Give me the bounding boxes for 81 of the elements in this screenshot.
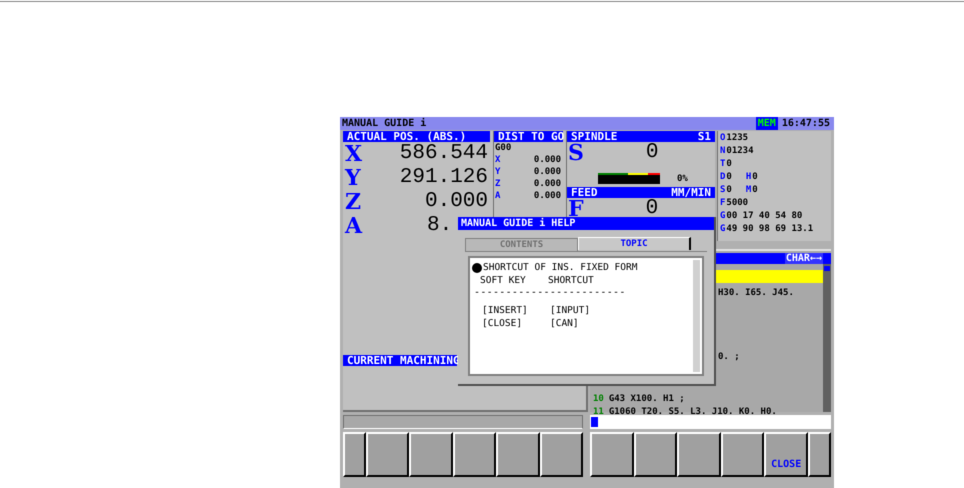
program-line: 0. ; <box>717 350 740 364</box>
axis-label: X <box>344 143 362 165</box>
modal-value: 0 <box>726 184 732 197</box>
dialog-title-bar: MANUAL GUIDE i HELP <box>458 217 714 230</box>
soft-key[interactable] <box>343 432 366 477</box>
axis-value: 291.126 <box>400 166 488 189</box>
clock-text: 16:47:55 <box>780 117 831 130</box>
modal-letter: H <box>746 171 752 184</box>
axis-label: A <box>495 190 500 202</box>
soft-key[interactable] <box>590 432 634 477</box>
axis-label: Y <box>344 167 361 189</box>
soft-key[interactable] <box>634 432 678 477</box>
edit-mode-text: CHAR←→ <box>784 253 823 264</box>
panel-header: FEED MM/MIN <box>567 187 715 198</box>
axis-value: 0.000 <box>424 190 488 213</box>
modal-letter: O <box>720 132 726 145</box>
axis-label: A <box>344 215 362 237</box>
axis-label: Z <box>495 178 500 190</box>
input-field[interactable] <box>590 415 831 429</box>
modal-value: 0 <box>726 171 732 184</box>
load-meter <box>598 173 660 184</box>
modal-letter: F <box>720 197 726 210</box>
axis-value: 586.544 <box>400 142 488 165</box>
load-percent: 0% <box>677 174 688 184</box>
modal-letter: T <box>720 158 726 171</box>
axis-label: Y <box>495 166 500 178</box>
spindle-value: 0 <box>646 142 658 164</box>
modal-value: 0 <box>726 158 732 171</box>
axis-label: X <box>495 154 500 166</box>
mode-indicator: MEM <box>756 117 778 130</box>
shortcut-key: [INPUT] <box>550 305 590 318</box>
column-header: SHORTCUT <box>548 274 594 287</box>
column-header: SOFT KEY <box>480 274 527 287</box>
soft-key[interactable] <box>496 432 540 477</box>
panel-header: SPINDLE S1 <box>567 131 715 142</box>
program-line: G43 X100. H1 ; <box>608 392 685 406</box>
modal-value: 0 <box>752 171 758 184</box>
separator-line: ------------------------ <box>473 287 627 299</box>
panel-header: ACTUAL POS. (ABS.) <box>343 131 490 142</box>
soft-key[interactable] <box>540 432 584 477</box>
soft-key-name: [INSERT] <box>482 305 529 318</box>
soft-key[interactable] <box>366 432 410 477</box>
soft-key[interactable] <box>808 432 831 477</box>
topic-heading: SHORTCUT OF INS. FIXED FORM <box>483 262 638 274</box>
axis-label: Z <box>344 191 362 213</box>
modal-letter: G <box>720 210 726 223</box>
dialog-tab[interactable]: TOPIC <box>578 237 691 250</box>
shortcut-key: [CAN] <box>550 318 579 330</box>
bullet-icon <box>472 263 482 274</box>
spindle-letter: S <box>567 142 584 164</box>
axis-value: 0.000 <box>534 154 561 166</box>
modal-value: 1235 <box>726 132 748 145</box>
modal-letter: N <box>720 145 726 158</box>
modal-value: 5000 <box>726 197 748 210</box>
close-soft-key[interactable]: CLOSE <box>764 432 808 477</box>
axis-value: 0.000 <box>534 166 561 178</box>
title-text: MANUAL GUIDE i <box>341 117 428 130</box>
line-number: 10 <box>592 392 605 406</box>
soft-key[interactable] <box>452 432 496 477</box>
soft-key[interactable] <box>677 432 721 477</box>
soft-key-name: [CLOSE] <box>482 318 524 330</box>
modal-value: 01234 <box>726 145 754 158</box>
modal-value: 00 17 40 54 80 <box>726 210 802 223</box>
soft-key[interactable] <box>720 432 764 477</box>
line-number: 11 <box>592 406 605 419</box>
modal-letter: M <box>746 184 752 197</box>
feed-value: 0 <box>646 198 658 220</box>
modal-letter: G <box>720 223 726 236</box>
axis-value: 0.000 <box>534 190 561 202</box>
text-cursor <box>591 417 598 427</box>
feed-letter: F <box>568 198 584 220</box>
dialog-tab[interactable]: CONTENTS <box>465 238 578 251</box>
modal-letter: S <box>720 184 726 197</box>
modal-letter: D <box>720 171 726 184</box>
modal-code: G00 <box>494 142 512 154</box>
axis-value: 0.000 <box>534 178 561 190</box>
axis-value: 8. <box>427 214 452 237</box>
soft-key[interactable] <box>409 432 453 477</box>
modal-value: 49 90 98 69 13.1 <box>726 223 814 236</box>
modal-value: 0 <box>752 184 758 197</box>
program-line: G1060 T20. S5. L3. J10. K0. H0. <box>608 406 777 419</box>
